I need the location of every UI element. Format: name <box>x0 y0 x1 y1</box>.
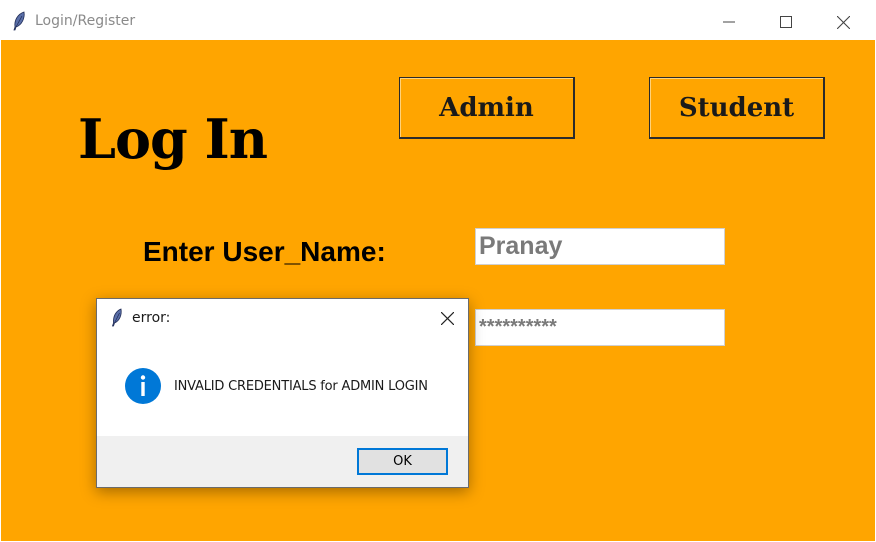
error-dialog: error: INVALID CREDENTIALS for ADMIN LOG… <box>96 298 469 488</box>
page-title: Log In <box>78 107 268 171</box>
student-button[interactable]: Student <box>649 77 825 139</box>
feather-icon <box>13 11 25 31</box>
username-label: Enter User_Name: <box>143 236 386 267</box>
dialog-close-button[interactable] <box>429 301 465 335</box>
dialog-message: INVALID CREDENTIALS for ADMIN LOGIN <box>174 379 428 394</box>
minimize-icon <box>723 21 735 23</box>
username-input[interactable]: Pranay <box>475 228 725 265</box>
admin-button[interactable]: Admin <box>399 77 575 139</box>
password-input[interactable]: ********** <box>475 309 725 346</box>
maximize-icon <box>780 16 792 28</box>
window-title: Login/Register <box>35 13 136 29</box>
close-button[interactable] <box>820 4 866 40</box>
window-titlebar[interactable]: Login/Register <box>0 2 876 40</box>
close-icon <box>440 311 454 325</box>
maximize-button[interactable] <box>763 4 809 40</box>
close-icon <box>836 15 850 29</box>
dialog-footer: OK <box>97 436 468 487</box>
ok-button[interactable]: OK <box>357 448 448 475</box>
dialog-title: error: <box>132 310 171 326</box>
info-icon <box>125 368 161 404</box>
minimize-button[interactable] <box>706 4 752 40</box>
feather-icon <box>111 308 122 327</box>
